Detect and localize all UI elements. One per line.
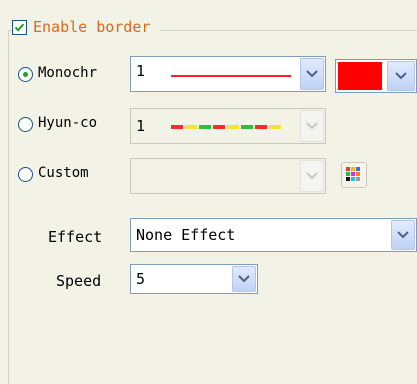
line-sample-solid-red	[171, 75, 291, 77]
effect-value: None Effect	[136, 226, 236, 244]
color-palette-icon	[346, 167, 360, 181]
color-dropdown-button[interactable]	[387, 61, 415, 91]
group-border-left	[8, 30, 9, 384]
effect-dropdown-button[interactable]	[391, 220, 415, 250]
custom-line-select[interactable]	[130, 158, 326, 194]
speed-label: Speed	[56, 272, 102, 290]
monochrome-color-select[interactable]	[335, 59, 417, 93]
enable-border-label: Enable border	[33, 18, 151, 36]
speed-dropdown-button[interactable]	[232, 266, 256, 292]
chevron-down-icon	[397, 231, 409, 239]
radio-selected-dot	[23, 72, 28, 77]
speed-select[interactable]: 5	[130, 264, 258, 294]
radio-hyun-color[interactable]	[18, 117, 33, 132]
border-settings-panel: Enable border Monochr 1 Hyun-co 1 Custom…	[0, 0, 417, 384]
custom-dropdown-button[interactable]	[300, 160, 324, 192]
hyun-color-dropdown-button[interactable]	[300, 110, 324, 142]
radio-hyun-color-label: Hyun-co	[38, 115, 98, 131]
chevron-down-icon	[238, 275, 250, 283]
radio-custom-label: Custom	[38, 165, 89, 181]
monochrome-line-select[interactable]: 1	[130, 56, 326, 92]
radio-monochrome[interactable]	[18, 67, 33, 82]
enable-border-checkbox[interactable]	[12, 19, 27, 35]
chevron-down-icon	[395, 72, 407, 80]
color-swatch-red	[338, 62, 382, 90]
radio-monochrome-label: Monochr	[38, 65, 98, 81]
color-palette-button[interactable]	[341, 162, 367, 188]
speed-value: 5	[136, 270, 146, 288]
radio-custom[interactable]	[18, 167, 33, 182]
chevron-down-icon	[306, 122, 318, 130]
line-width-value: 1	[136, 62, 146, 80]
chevron-down-icon	[306, 70, 318, 78]
enable-border-legend[interactable]: Enable border	[12, 18, 161, 36]
chevron-down-icon	[306, 172, 318, 180]
hyun-line-width-value: 1	[136, 117, 146, 135]
monochrome-line-dropdown-button[interactable]	[300, 58, 324, 90]
hyun-color-line-select[interactable]: 1	[130, 108, 326, 144]
check-icon	[14, 23, 25, 32]
effect-label: Effect	[48, 228, 103, 246]
line-sample-multicolor	[171, 125, 281, 129]
effect-select[interactable]: None Effect	[130, 218, 417, 252]
